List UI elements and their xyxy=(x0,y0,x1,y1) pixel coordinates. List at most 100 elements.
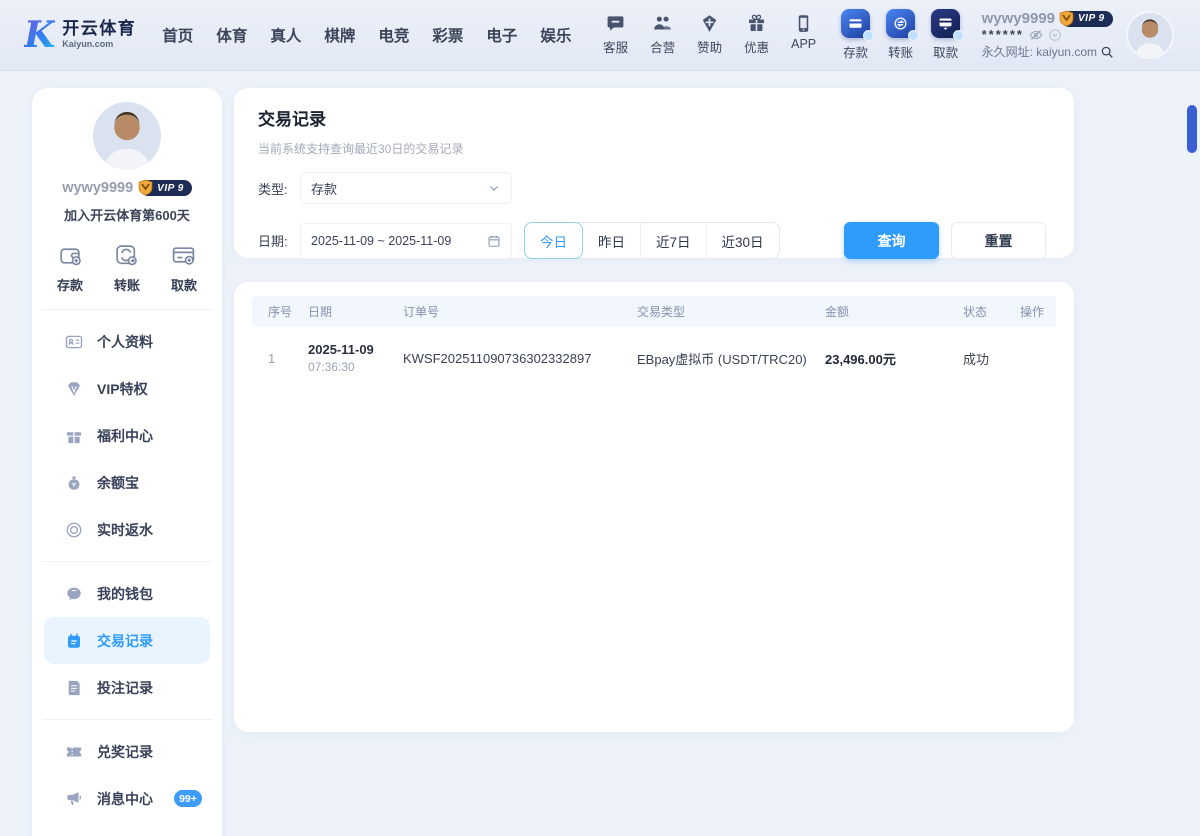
reset-button[interactable]: 重置 xyxy=(951,222,1046,259)
chevron-down-icon xyxy=(490,186,498,191)
sidebar-item-prizes[interactable]: 兑奖记录 xyxy=(44,728,210,775)
sidebar-item-wallet[interactable]: 我的钱包 xyxy=(44,570,210,617)
sidebar-menu-group-3: 兑奖记录 消息中心 99+ xyxy=(32,720,222,830)
logo-name-cn: 开云体育 xyxy=(62,19,137,39)
range-7days-button[interactable]: 近7日 xyxy=(640,223,706,258)
sidebar-item-label: 消息中心 xyxy=(97,790,153,807)
date-range-input[interactable]: 2025-11-09 ~ 2025-11-09 xyxy=(300,222,512,259)
query-button[interactable]: 查询 xyxy=(844,222,939,259)
sidebar-item-vip[interactable]: VIP特权 xyxy=(44,365,210,412)
sponsor-button[interactable]: 赞助 xyxy=(694,14,726,56)
partnership-button[interactable]: 合营 xyxy=(647,14,679,56)
mobile-app-button[interactable]: APP xyxy=(788,14,820,56)
site-logo[interactable]: K 开云体育 Kaiyun.com xyxy=(24,15,136,55)
logo-k-icon: K xyxy=(24,14,56,56)
transaction-filter-panel: 交易记录 当前系统支持查询最近30日的交易记录 类型: 存款 日期: 2025-… xyxy=(234,88,1074,259)
sponsor-icon xyxy=(702,15,717,32)
nav-item-slots[interactable]: 电子 xyxy=(486,24,517,46)
sidebar: wywy9999 VIP 9 加入开云体育第600天 存款 转账 取款 个人资料… xyxy=(32,88,222,836)
top-navbar: K 开云体育 Kaiyun.com 首页 体育 真人 棋牌 电竞 彩票 电子 娱… xyxy=(0,0,1200,70)
transfer-button[interactable]: 转账 xyxy=(114,243,140,294)
messages-icon xyxy=(67,791,81,805)
sidebar-item-label: 兑奖记录 xyxy=(97,743,153,760)
page-subtitle: 当前系统支持查询最近30日的交易记录 xyxy=(258,142,464,156)
transactions-icon xyxy=(68,633,80,648)
sidebar-item-transactions[interactable]: 交易记录 xyxy=(44,617,210,664)
search-icon[interactable] xyxy=(1100,45,1114,59)
table-row: 1 2025-11-09 07:36:30 KWSF20251109073630… xyxy=(252,327,1056,389)
cell-seq: 1 xyxy=(268,350,276,366)
sidebar-avatar[interactable] xyxy=(93,102,161,170)
customer-service-button[interactable]: 客服 xyxy=(600,14,632,56)
page-title: 交易记录 xyxy=(258,110,326,129)
deposit-button[interactable]: 存款 xyxy=(57,243,83,294)
nav-item-entertainment[interactable]: 娱乐 xyxy=(540,24,571,46)
range-30days-button[interactable]: 近30日 xyxy=(705,223,779,258)
sidebar-item-label: VIP特权 xyxy=(97,380,148,397)
deposit-icon xyxy=(59,248,81,266)
sidebar-item-profile[interactable]: 个人资料 xyxy=(44,318,210,365)
table-header-row: 序号 日期 订单号 交易类型 金额 状态 操作 xyxy=(252,296,1056,327)
nav-item-lottery[interactable]: 彩票 xyxy=(432,24,463,46)
user-info-block: wywy9999 VIP 9 ****** 永久网址: kaiyun.com xyxy=(982,10,1114,60)
quick-action-label: 转账 xyxy=(113,278,140,293)
deposit-shortcut[interactable]: 存款 xyxy=(840,9,875,61)
type-label: 类型: xyxy=(258,181,288,197)
main-nav: 首页 体育 真人 棋牌 电竞 彩票 电子 娱乐 xyxy=(162,24,571,46)
scrollbar-thumb[interactable] xyxy=(1187,105,1197,153)
calendar-icon xyxy=(488,235,500,247)
cell-date-value: 2025-11-09 xyxy=(308,342,374,357)
vip-shield-icon xyxy=(1059,10,1074,26)
navbar-tools: 客服 合营 赞助 优惠 APP xyxy=(600,14,820,56)
type-select-value: 存款 xyxy=(311,181,338,197)
navbar-wallet-shortcuts: 存款 转账 取款 xyxy=(840,9,965,61)
sidebar-username: wywy9999 xyxy=(62,180,134,196)
vip-level-label: VIP 9 xyxy=(157,182,184,194)
transaction-table-panel: 序号 日期 订单号 交易类型 金额 状态 操作 1 2025-11-09 07:… xyxy=(234,282,1074,732)
vip-icon xyxy=(68,381,80,396)
user-avatar[interactable] xyxy=(1126,11,1174,59)
nav-item-home[interactable]: 首页 xyxy=(162,24,193,46)
nav-item-sports[interactable]: 体育 xyxy=(216,24,247,46)
quick-action-label: 取款 xyxy=(170,278,197,293)
withdraw-button[interactable]: 取款 xyxy=(171,243,197,294)
eye-off-icon[interactable] xyxy=(1029,28,1043,42)
cell-time-value: 07:36:30 xyxy=(308,360,355,374)
nav-item-live[interactable]: 真人 xyxy=(270,24,301,46)
date-range-value: 2025-11-09 ~ 2025-11-09 xyxy=(311,233,452,248)
sidebar-item-label: 余额宝 xyxy=(97,474,139,491)
transfer-shortcut[interactable]: 转账 xyxy=(885,9,920,61)
tool-label: 取款 xyxy=(933,46,959,60)
transfer-icon xyxy=(116,245,138,266)
permanent-url: 永久网址: kaiyun.com xyxy=(981,45,1097,59)
tool-label: 合营 xyxy=(650,41,676,55)
customer-service-icon xyxy=(607,16,624,31)
sidebar-item-messages[interactable]: 消息中心 99+ xyxy=(44,775,210,822)
wallet-icon xyxy=(67,587,81,600)
cell-order-no: KWSF202511090736302332897 xyxy=(403,350,592,366)
withdraw-shortcut[interactable]: 取款 xyxy=(930,9,965,61)
chevron-circle-icon[interactable] xyxy=(1048,28,1062,42)
username[interactable]: wywy9999 xyxy=(982,10,1055,27)
promotions-button[interactable]: 优惠 xyxy=(741,14,773,56)
cell-type: EBpay虚拟币 (USDT/TRC20) xyxy=(637,351,807,367)
sidebar-item-bets[interactable]: 投注记录 xyxy=(44,664,210,711)
col-header-type: 交易类型 xyxy=(637,305,686,319)
sidebar-item-welfare[interactable]: 福利中心 xyxy=(44,412,210,459)
col-header-amount: 金额 xyxy=(825,305,850,319)
type-select[interactable]: 存款 xyxy=(300,172,512,204)
vip-shield-icon xyxy=(138,179,153,196)
sidebar-item-rebate[interactable]: 实时返水 xyxy=(44,506,210,553)
vip-level-label: VIP 9 xyxy=(1078,13,1105,24)
nav-item-chess[interactable]: 棋牌 xyxy=(324,24,355,46)
col-header-order: 订单号 xyxy=(403,305,440,319)
tool-label: 赞助 xyxy=(697,41,723,55)
sidebar-item-yuebao[interactable]: 余额宝 xyxy=(44,459,210,506)
mobile-app-icon xyxy=(798,15,809,32)
deposit-icon xyxy=(841,9,875,41)
logo-name-en: Kaiyun.com xyxy=(62,39,114,50)
bets-icon xyxy=(68,680,80,695)
nav-item-esports[interactable]: 电竞 xyxy=(378,24,409,46)
range-today-button[interactable]: 今日 xyxy=(524,222,583,259)
range-yesterday-button[interactable]: 昨日 xyxy=(583,223,640,258)
